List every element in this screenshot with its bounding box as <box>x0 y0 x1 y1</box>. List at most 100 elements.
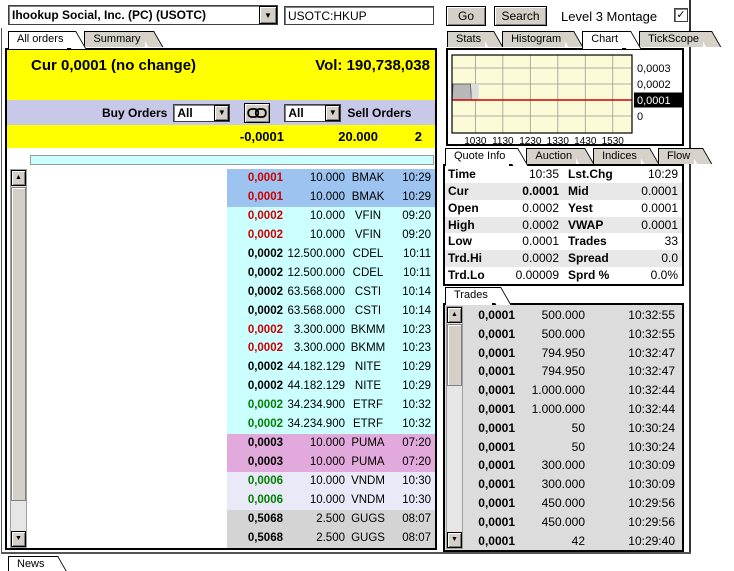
order-row[interactable]: 0,0001 10.000 BMAK 10:29 <box>227 188 435 207</box>
quote-label: Low <box>445 233 499 250</box>
quote-label: Trades <box>559 233 625 250</box>
trade-row[interactable]: 0,0001 50 10:30:24 <box>465 438 681 457</box>
order-size: 63.568.000 <box>283 302 345 321</box>
buy-filter-select[interactable]: All ▼ <box>173 104 230 122</box>
order-row[interactable]: 0,0002 44.182.129 NITE 10:29 <box>227 377 435 396</box>
search-button[interactable]: Search <box>494 6 547 26</box>
trade-price: 0,0001 <box>465 344 515 363</box>
scroll-up-icon[interactable]: ▲ <box>447 307 462 323</box>
order-row[interactable]: 0,0006 10.000 VNDM 10:30 <box>227 491 435 510</box>
order-time: 10:29 <box>391 169 435 188</box>
montage-tab[interactable]: Summary <box>84 31 144 47</box>
quote-tab[interactable]: Auction <box>526 148 576 164</box>
go-button[interactable]: Go <box>446 6 486 26</box>
trade-row[interactable]: 0,0001 450.000 10:29:56 <box>465 513 681 532</box>
trade-row[interactable]: 0,0001 1.000.000 10:32:44 <box>465 400 681 419</box>
trade-row[interactable]: 0,0001 794.950 10:32:47 <box>465 362 681 381</box>
best-size: 20.000 <box>338 129 378 144</box>
trade-row[interactable]: 0,0001 42 10:29:40 <box>465 532 681 551</box>
order-row[interactable]: 0,0002 44.182.129 NITE 10:29 <box>227 358 435 377</box>
order-row[interactable]: 0,5068 2.500 GUGS 08:07 <box>227 510 435 529</box>
trade-row[interactable]: 0,0001 500.000 10:32:55 <box>465 306 681 325</box>
chart-tab[interactable]: Histogram <box>502 31 565 47</box>
order-row[interactable]: 0,0002 12.500.000 CDEL 10:11 <box>227 264 435 283</box>
order-market-maker: BMAK <box>345 169 391 188</box>
orderbook-scrollbar[interactable]: ▲ ▼ <box>10 169 27 548</box>
window-right-border <box>689 0 691 553</box>
order-row[interactable]: 0,0001 10.000 BMAK 10:29 <box>227 169 435 188</box>
order-row[interactable]: 0,0002 10.000 VFIN 09:20 <box>227 207 435 226</box>
scroll-up-icon[interactable]: ▲ <box>11 170 26 186</box>
trade-size: 50 <box>515 438 585 457</box>
order-market-maker: VFIN <box>345 207 391 226</box>
quote-value: 0.0001 <box>499 183 559 200</box>
quote-label: Spread <box>559 250 625 267</box>
chart-tab[interactable]: Stats <box>447 31 485 47</box>
order-size: 12.500.000 <box>283 245 345 264</box>
best-order-count: 2 <box>415 129 422 144</box>
trade-size: 500.000 <box>515 306 585 325</box>
chevron-down-icon[interactable]: ▼ <box>214 105 229 121</box>
scroll-down-icon[interactable]: ▼ <box>11 531 26 547</box>
trade-time: 10:32:55 <box>585 306 681 325</box>
quote-row: Trd.Lo 0.00009 Sprd % 0.0% <box>445 267 682 284</box>
scroll-down-icon[interactable]: ▼ <box>447 532 462 548</box>
chart-tab[interactable]: Chart <box>582 31 622 49</box>
trade-row[interactable]: 0,0001 300.000 10:30:09 <box>465 456 681 475</box>
quote-tab[interactable]: Quote Info <box>445 148 509 166</box>
order-row[interactable]: 0,0002 63.568.000 CSTI 10:14 <box>227 283 435 302</box>
trade-row[interactable]: 0,0001 500.000 10:32:55 <box>465 325 681 344</box>
order-row[interactable]: 0,0002 10.000 VFIN 09:20 <box>227 226 435 245</box>
trade-size: 450.000 <box>515 513 585 532</box>
order-time: 07:20 <box>391 453 435 472</box>
quote-tab[interactable]: Flow <box>658 148 694 164</box>
chevron-down-icon[interactable]: ▼ <box>259 6 277 24</box>
trades-tab[interactable]: Trades <box>445 287 492 305</box>
order-row[interactable]: 0,0002 3.300.000 BKMM 10:23 <box>227 321 435 340</box>
order-size: 10.000 <box>283 434 345 453</box>
level3-montage-checkbox[interactable]: ✓ <box>674 8 688 22</box>
sell-orders-label: Sell Orders <box>347 106 411 120</box>
montage-tab[interactable]: All orders <box>8 31 67 49</box>
current-price-text: Cur 0,0001 (no change) <box>31 57 196 74</box>
order-row[interactable]: 0,0002 3.300.000 BKMM 10:23 <box>227 339 435 358</box>
quote-label: Mid <box>559 183 625 200</box>
symbol-dropdown-value: Ihookup Social, Inc. (PC) (USOTC) <box>9 6 259 24</box>
scrollbar-thumb[interactable] <box>11 187 26 501</box>
trade-time: 10:32:55 <box>585 325 681 344</box>
order-row[interactable]: 0,0006 10.000 VNDM 10:30 <box>227 472 435 491</box>
trade-row[interactable]: 0,0001 300.000 10:30:09 <box>465 475 681 494</box>
chart-tab[interactable]: TickScope <box>639 31 703 47</box>
order-time: 08:07 <box>391 529 435 548</box>
link-filters-button[interactable] <box>244 103 270 123</box>
trades-scrollbar[interactable]: ▲ ▼ <box>446 306 463 549</box>
svg-text:0: 0 <box>637 111 643 123</box>
symbol-input[interactable] <box>284 6 434 25</box>
trade-row[interactable]: 0,0001 794.950 10:32:47 <box>465 344 681 363</box>
order-row[interactable]: 0,0002 12.500.000 CDEL 10:11 <box>227 245 435 264</box>
trade-row[interactable]: 0,0001 1.000.000 10:32:44 <box>465 381 681 400</box>
order-market-maker: GUGS <box>345 510 391 529</box>
order-row[interactable]: 0,0003 10.000 PUMA 07:20 <box>227 434 435 453</box>
trades-tabbar: Trades <box>445 287 509 304</box>
quote-tab[interactable]: Indices <box>593 148 641 164</box>
trade-row[interactable]: 0,0001 450.000 10:29:56 <box>465 494 681 513</box>
order-row[interactable]: 0,5068 2.500 GUGS 08:07 <box>227 529 435 548</box>
order-row[interactable]: 0,0002 34.234.900 ETRF 10:32 <box>227 396 435 415</box>
order-row[interactable]: 0,0002 63.568.000 CSTI 10:14 <box>227 302 435 321</box>
order-price: 0,0002 <box>235 226 283 245</box>
quote-label: Open <box>445 200 499 217</box>
order-market-maker: CDEL <box>345 264 391 283</box>
sell-filter-select[interactable]: All ▼ <box>284 104 341 122</box>
window-bottom-border <box>1 552 691 554</box>
order-size: 10.000 <box>283 226 345 245</box>
check-icon: ✓ <box>676 9 685 21</box>
order-row[interactable]: 0,0002 34.234.900 ETRF 10:32 <box>227 415 435 434</box>
order-row[interactable]: 0,0003 10.000 PUMA 07:20 <box>227 453 435 472</box>
scrollbar-thumb[interactable] <box>447 324 462 386</box>
chevron-down-icon[interactable]: ▼ <box>325 105 340 121</box>
symbol-dropdown[interactable]: Ihookup Social, Inc. (PC) (USOTC) ▼ <box>8 5 278 25</box>
order-size: 10.000 <box>283 453 345 472</box>
news-tab[interactable]: News <box>8 556 49 571</box>
trade-row[interactable]: 0,0001 50 10:30:24 <box>465 419 681 438</box>
